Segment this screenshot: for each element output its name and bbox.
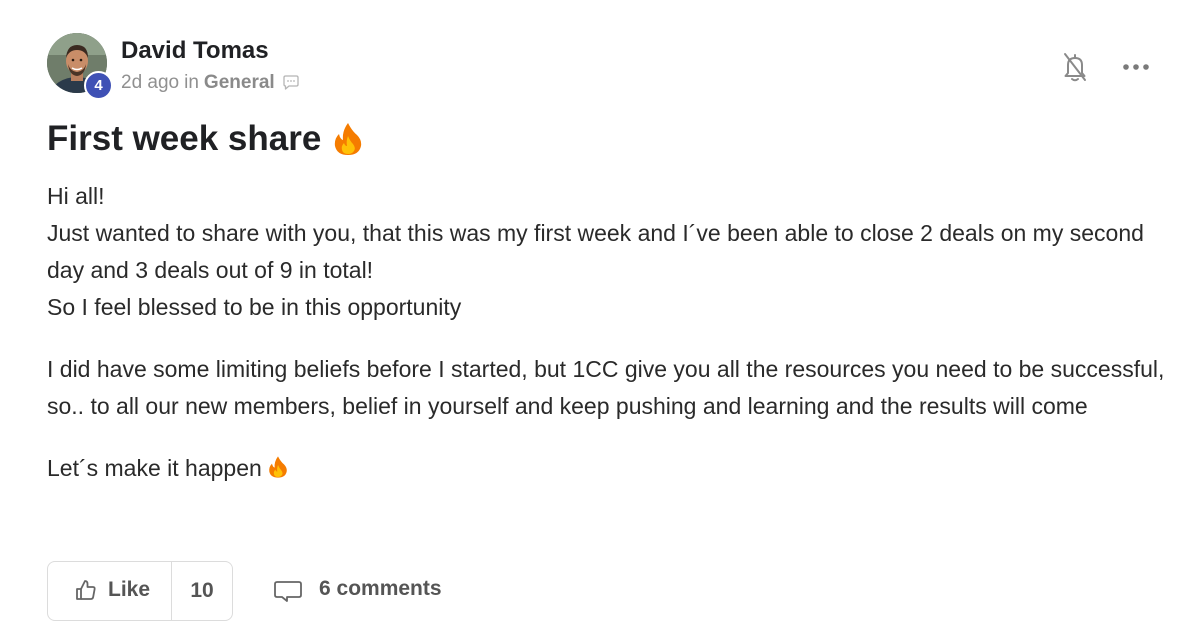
fire-emoji-icon [268,453,288,490]
post-line: I did have some limiting beliefs before … [47,356,1165,419]
post-line: Just wanted to share with you, that this… [47,220,1144,283]
post-paragraph-2: I did have some limiting beliefs before … [47,351,1167,425]
like-button[interactable]: Like [48,562,172,620]
post-paragraph-1: Hi all! Just wanted to share with you, t… [47,178,1167,326]
post-paragraph-3: Let´s make it happen [47,450,1167,490]
comment-icon [273,579,303,603]
post-line: Hi all! [47,183,105,209]
chat-bubble-icon [281,73,301,93]
like-label: Like [108,578,151,601]
post-line-with-emoji: Let´s make it happen [47,450,1167,490]
fire-emoji-icon [333,122,363,156]
post-meta: 2d ago in General [121,72,301,94]
in-label: in [184,72,199,93]
more-horizontal-icon [1123,64,1149,70]
thumbs-up-icon [74,578,98,602]
level-badge: 4 [84,71,113,100]
post-line: Let´s make it happen [47,455,262,481]
post-body: Hi all! Just wanted to share with you, t… [47,178,1167,515]
comments-label: 6 comments [319,577,442,600]
more-options-button[interactable] [1118,54,1154,80]
comments-button[interactable]: 6 comments [273,577,442,603]
avatar-container[interactable]: 4 [47,33,113,100]
post-time: 2d ago [121,72,180,93]
author-name[interactable]: David Tomas [121,37,269,65]
post-card: 4 David Tomas 2d ago in General First we… [0,0,1200,621]
post-line: So I feel blessed to be in this opportun… [47,294,462,320]
post-title: First week share [47,119,363,159]
notification-toggle-button[interactable] [1058,48,1092,86]
category-link[interactable]: General [204,72,275,94]
like-group: Like 10 [47,561,233,621]
like-count[interactable]: 10 [172,562,232,620]
bell-off-icon [1064,53,1086,82]
post-title-text: First week share [47,119,322,158]
